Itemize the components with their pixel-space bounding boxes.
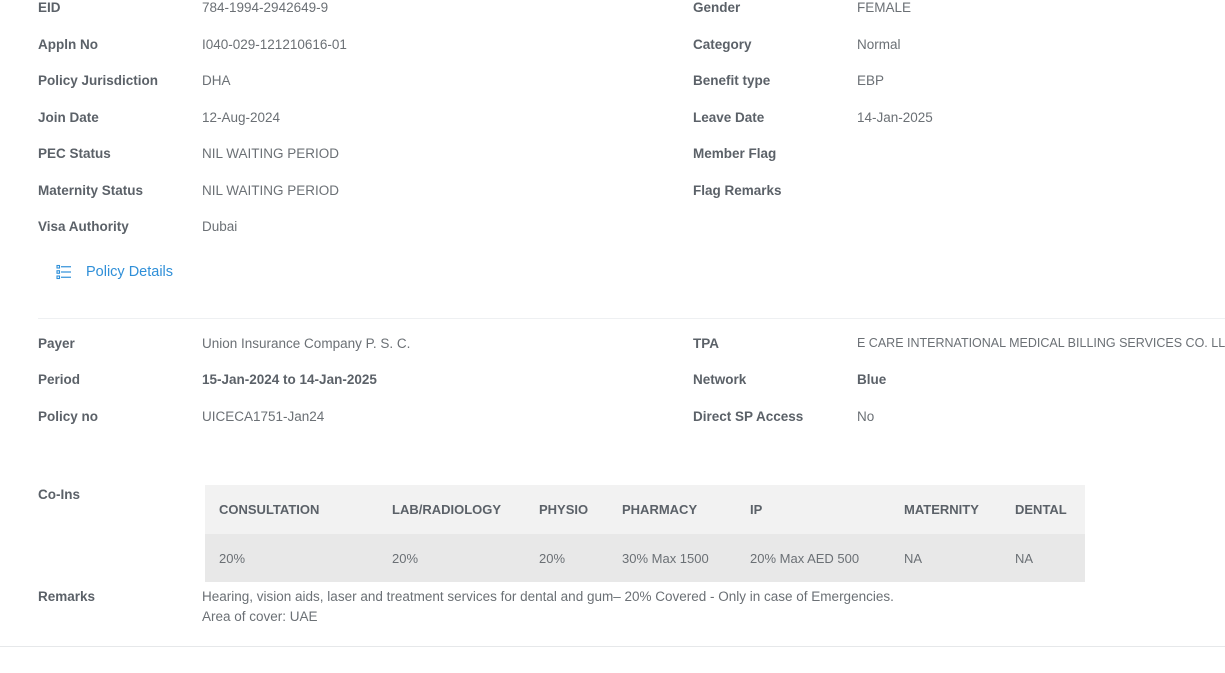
join-date-label: Join Date (38, 110, 99, 125)
remarks-line-2: Area of cover: UAE (202, 609, 318, 624)
member-flag-label: Member Flag (693, 146, 777, 161)
network-label: Network (693, 372, 747, 387)
payer-label: Payer (38, 336, 75, 351)
maternity-status-label: Maternity Status (38, 183, 144, 198)
coins-header-pharmacy: PHARMACY (608, 485, 736, 534)
appln-no-value: I040-029-121210616-01 (202, 37, 347, 52)
section-divider (38, 318, 1225, 319)
coins-header-dental: DENTAL (1001, 485, 1085, 534)
payer-value: Union Insurance Company P. S. C. (202, 336, 411, 351)
list-icon (56, 264, 72, 280)
coins-table: CONSULTATION LAB/RADIOLOGY PHYSIO PHARMA… (205, 485, 1085, 582)
category-value: Normal (857, 37, 901, 52)
policy-details-section-toggle[interactable]: Policy Details (56, 264, 173, 280)
coins-value-maternity: NA (890, 534, 1001, 582)
policy-jurisdiction-label: Policy Jurisdiction (38, 73, 159, 88)
join-date-value: 12-Aug-2024 (202, 110, 281, 125)
direct-sp-access-value: No (857, 409, 875, 424)
period-value: 15-Jan-2024 to 14-Jan-2025 (202, 372, 377, 387)
coins-value-physio: 20% (525, 534, 608, 582)
coins-header-row: CONSULTATION LAB/RADIOLOGY PHYSIO PHARMA… (205, 485, 1085, 534)
gender-label: Gender (693, 0, 741, 15)
policy-details-title: Policy Details (86, 264, 174, 280)
gender-value: FEMALE (857, 0, 912, 15)
policy-jurisdiction-value: DHA (202, 73, 231, 88)
coins-value-pharmacy: 30% Max 1500 (608, 534, 736, 582)
coins-value-consultation: 20% (205, 534, 378, 582)
leave-date-value: 14-Jan-2025 (857, 110, 933, 125)
table-row: 20% 20% 20% 30% Max 1500 20% Max AED 500… (205, 534, 1085, 582)
network-value: Blue (857, 372, 887, 387)
remarks-line-1: Hearing, vision aids, laser and treatmen… (202, 589, 894, 604)
category-label: Category (693, 37, 752, 52)
appln-no-label: Appln No (38, 37, 98, 52)
coins-value-ip: 20% Max AED 500 (736, 534, 890, 582)
coins-header-consultation: CONSULTATION (205, 485, 378, 534)
coins-value-dental: NA (1001, 534, 1085, 582)
tpa-value: E CARE INTERNATIONAL MEDICAL BILLING SER… (857, 336, 1225, 350)
direct-sp-access-label: Direct SP Access (693, 409, 804, 424)
tpa-label: TPA (693, 336, 719, 351)
benefit-type-value: EBP (857, 73, 885, 88)
eid-value: 784-1994-2942649-9 (202, 0, 329, 15)
policy-no-value: UICECA1751-Jan24 (202, 409, 325, 424)
member-details-page: EID 784-1994-2942649-9 Appln No I040-029… (0, 0, 1225, 673)
coins-header-lab-radiology: LAB/RADIOLOGY (378, 485, 525, 534)
eid-label: EID (38, 0, 61, 15)
benefit-type-label: Benefit type (693, 73, 771, 88)
visa-authority-value: Dubai (202, 219, 238, 234)
flag-remarks-label: Flag Remarks (693, 183, 782, 198)
coins-header-physio: PHYSIO (525, 485, 608, 534)
period-label: Period (38, 372, 81, 387)
remarks-label: Remarks (38, 589, 96, 604)
pec-status-value: NIL WAITING PERIOD (202, 146, 340, 161)
bottom-divider (0, 646, 1225, 647)
visa-authority-label: Visa Authority (38, 219, 129, 234)
coins-header-maternity: MATERNITY (890, 485, 1001, 534)
policy-no-label: Policy no (38, 409, 99, 424)
coins-label: Co-Ins (38, 487, 80, 502)
coins-value-lab-radiology: 20% (378, 534, 525, 582)
pec-status-label: PEC Status (38, 146, 111, 161)
coins-header-ip: IP (736, 485, 890, 534)
leave-date-label: Leave Date (693, 110, 765, 125)
maternity-status-value: NIL WAITING PERIOD (202, 183, 340, 198)
